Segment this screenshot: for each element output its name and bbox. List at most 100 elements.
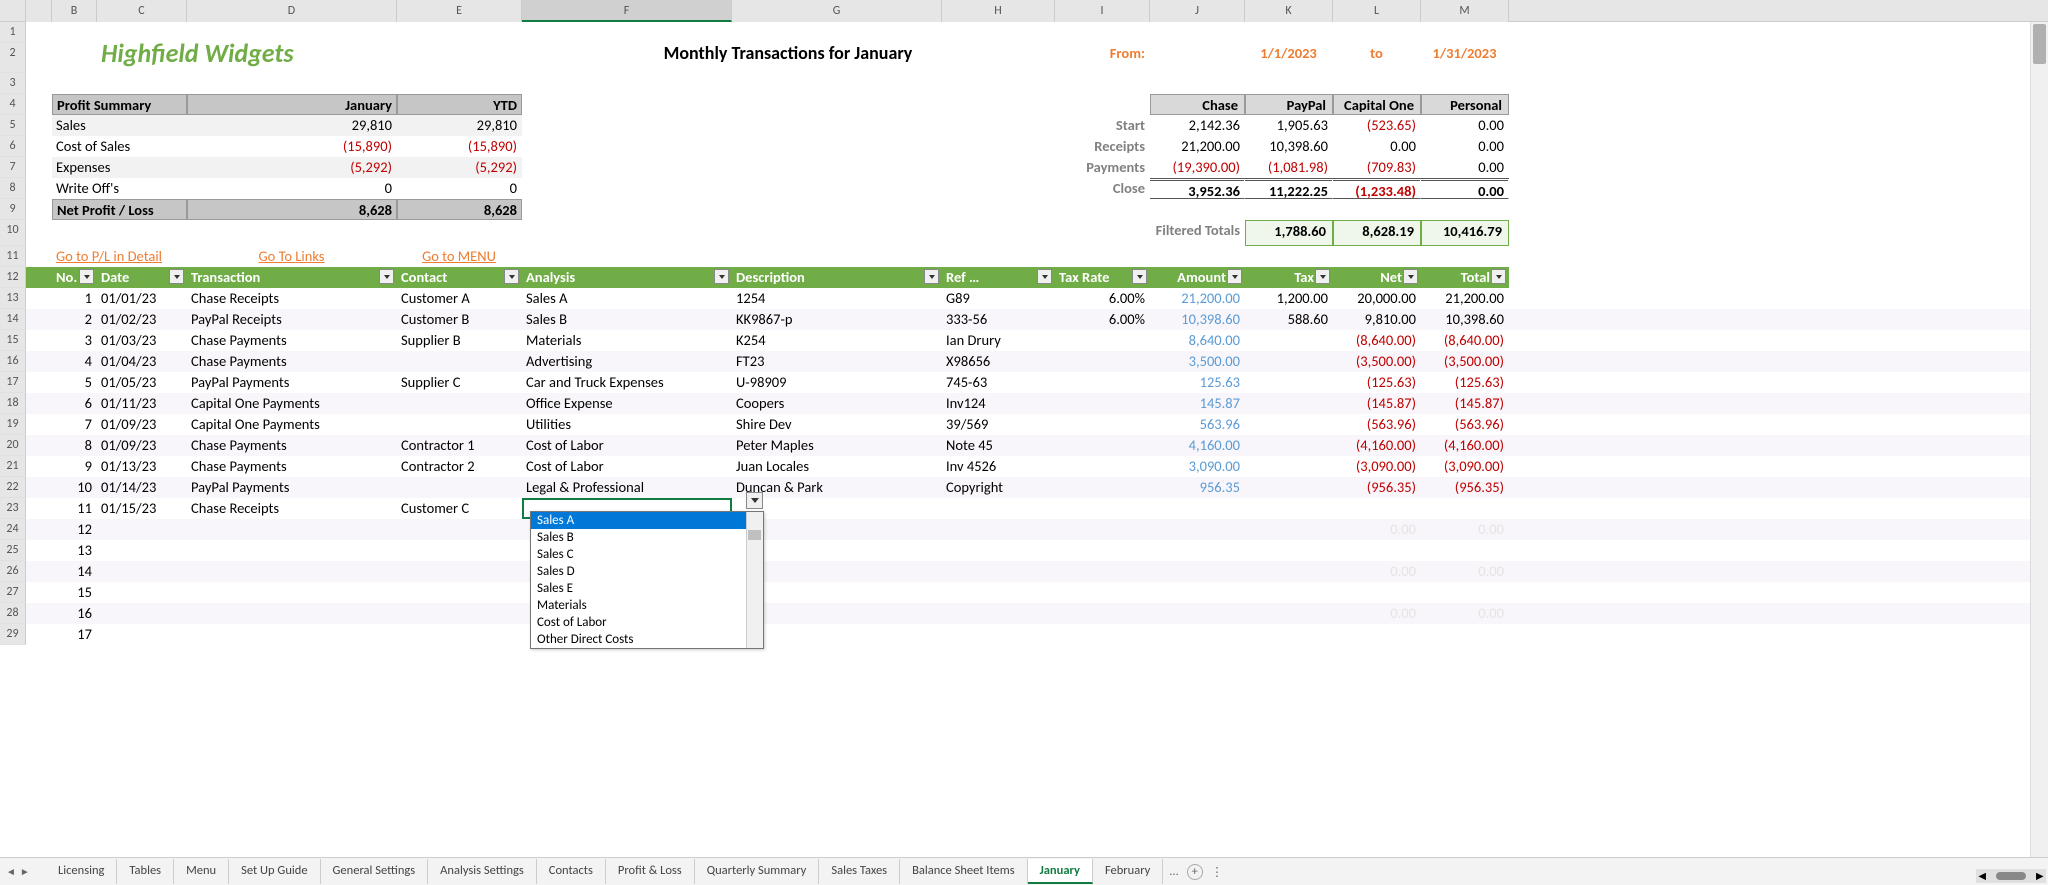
trx-total[interactable]: (8,640.00) (1421, 330, 1509, 351)
table-column-header[interactable]: Transaction (187, 267, 397, 288)
trx-no[interactable]: 5 (52, 372, 97, 393)
trx-taxrate[interactable] (1055, 330, 1150, 351)
trx-date[interactable] (97, 603, 187, 624)
trx-total[interactable]: (4,160.00) (1421, 435, 1509, 456)
table-column-header[interactable]: Ref … (942, 267, 1055, 288)
cell[interactable] (1055, 246, 1150, 267)
trx-contact[interactable] (397, 582, 522, 603)
cell[interactable] (1055, 22, 1150, 43)
trx-no[interactable]: 15 (52, 582, 97, 603)
trx-taxrate[interactable] (1055, 624, 1150, 645)
trx-description[interactable]: 1254 (732, 288, 942, 309)
table-column-header[interactable]: Tax (1245, 267, 1333, 288)
trx-description[interactable]: U-98909 (732, 372, 942, 393)
trx-description[interactable]: K254 (732, 330, 942, 351)
trx-type[interactable] (187, 519, 397, 540)
cell[interactable] (1245, 246, 1333, 267)
dropdown-option[interactable]: Sales A (531, 512, 763, 529)
table-column-header[interactable]: Tax Rate (1055, 267, 1150, 288)
cell[interactable] (26, 603, 52, 624)
trx-type[interactable]: Capital One Payments (187, 393, 397, 414)
cell[interactable] (942, 136, 1055, 157)
cell[interactable] (52, 220, 97, 246)
trx-amount[interactable]: 8,640.00 (1150, 330, 1245, 351)
trx-tax[interactable] (1245, 351, 1333, 372)
trx-analysis[interactable]: Car and Truck Expenses (522, 372, 732, 393)
cell[interactable] (522, 73, 732, 94)
trx-tax[interactable] (1245, 435, 1333, 456)
trx-tax[interactable]: 588.60 (1245, 309, 1333, 330)
cell[interactable] (52, 43, 97, 73)
trx-total[interactable] (1421, 498, 1509, 519)
trx-date[interactable]: 01/13/23 (97, 456, 187, 477)
sheet-tab[interactable]: Set Up Guide (229, 859, 320, 884)
cell[interactable] (1150, 246, 1245, 267)
trx-no[interactable]: 9 (52, 456, 97, 477)
trx-date[interactable] (97, 561, 187, 582)
trx-contact[interactable]: Contractor 1 (397, 435, 522, 456)
cell[interactable] (26, 94, 52, 115)
trx-taxrate[interactable] (1055, 351, 1150, 372)
cell[interactable] (942, 246, 1055, 267)
sheet-tab[interactable]: Contacts (537, 859, 606, 884)
trx-analysis[interactable]: Legal & Professional (522, 477, 732, 498)
row-header[interactable]: 6 (0, 136, 26, 157)
trx-date[interactable]: 01/01/23 (97, 288, 187, 309)
trx-contact[interactable] (397, 414, 522, 435)
cell[interactable] (1150, 73, 1245, 94)
trx-date[interactable]: 01/14/23 (97, 477, 187, 498)
row-header[interactable]: 13 (0, 288, 26, 309)
trx-taxrate[interactable] (1055, 414, 1150, 435)
trx-tax[interactable]: 1,200.00 (1245, 288, 1333, 309)
dropdown-scrollbar[interactable] (746, 512, 763, 648)
cell[interactable] (26, 624, 52, 645)
trx-type[interactable]: PayPal Payments (187, 477, 397, 498)
trx-no[interactable]: 8 (52, 435, 97, 456)
cell[interactable] (522, 94, 732, 115)
cell[interactable] (26, 414, 52, 435)
cell[interactable] (26, 115, 52, 136)
row-header[interactable]: 26 (0, 561, 26, 582)
row-header[interactable]: 9 (0, 199, 26, 220)
cell[interactable] (26, 393, 52, 414)
trx-ref[interactable] (942, 561, 1055, 582)
cell[interactable] (522, 136, 732, 157)
trx-total[interactable]: (3,090.00) (1421, 456, 1509, 477)
trx-contact[interactable] (397, 603, 522, 624)
cell[interactable] (26, 22, 52, 43)
trx-net[interactable]: (145.87) (1333, 393, 1421, 414)
trx-taxrate[interactable]: 6.00% (1055, 309, 1150, 330)
filter-button[interactable] (1132, 269, 1147, 284)
trx-amount[interactable]: 3,500.00 (1150, 351, 1245, 372)
trx-type[interactable] (187, 624, 397, 645)
trx-date[interactable]: 01/05/23 (97, 372, 187, 393)
trx-ref[interactable]: G89 (942, 288, 1055, 309)
cell[interactable] (187, 220, 397, 246)
sheet-tab[interactable]: General Settings (321, 859, 429, 884)
trx-analysis[interactable]: Utilities (522, 414, 732, 435)
col-header[interactable]: D (187, 0, 397, 22)
trx-contact[interactable] (397, 624, 522, 645)
trx-type[interactable]: Chase Payments (187, 330, 397, 351)
trx-amount[interactable]: 10,398.60 (1150, 309, 1245, 330)
row-header[interactable]: 24 (0, 519, 26, 540)
cell[interactable] (26, 351, 52, 372)
validation-dropdown-list[interactable]: Sales ASales BSales CSales DSales EMater… (530, 511, 764, 649)
sheet-tab[interactable]: Analysis Settings (428, 859, 537, 884)
trx-amount[interactable]: 3,090.00 (1150, 456, 1245, 477)
col-header[interactable] (26, 0, 52, 22)
cell[interactable] (26, 157, 52, 178)
trx-date[interactable]: 01/04/23 (97, 351, 187, 372)
trx-total[interactable] (1421, 624, 1509, 645)
trx-tax[interactable] (1245, 582, 1333, 603)
trx-type[interactable]: PayPal Payments (187, 372, 397, 393)
cell[interactable] (1245, 199, 1333, 220)
trx-analysis[interactable]: Office Expense (522, 393, 732, 414)
cell[interactable] (26, 456, 52, 477)
trx-amount[interactable]: 956.35 (1150, 477, 1245, 498)
trx-contact[interactable] (397, 351, 522, 372)
trx-total[interactable]: 0.00 (1421, 603, 1509, 624)
row-header[interactable]: 5 (0, 115, 26, 136)
sheet-tab[interactable]: Profit & Loss (606, 859, 695, 884)
cell[interactable] (26, 435, 52, 456)
